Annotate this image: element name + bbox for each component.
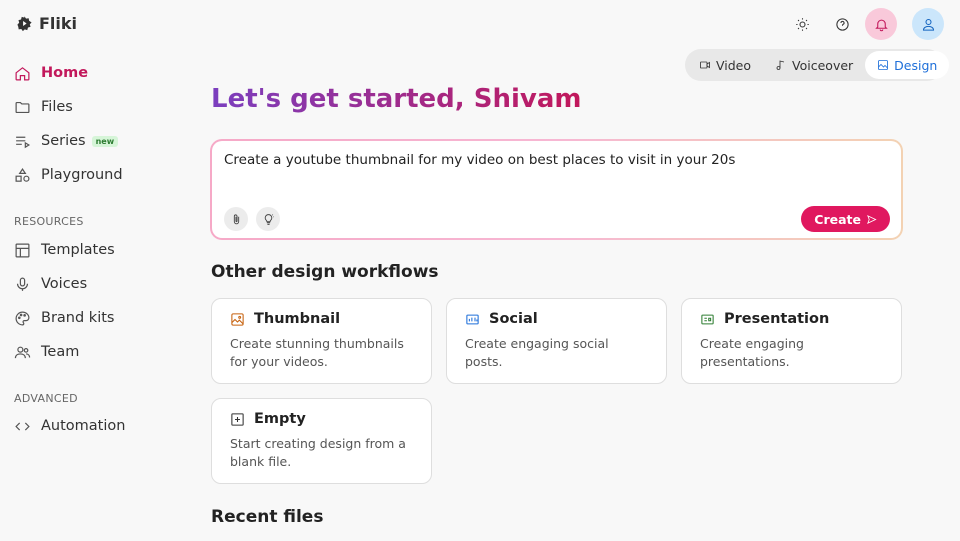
- create-button[interactable]: Create: [801, 206, 890, 232]
- workflows-title: Other design workflows: [211, 262, 439, 282]
- card-description: Create engaging social posts.: [465, 336, 609, 369]
- ideas-button[interactable]: [256, 207, 280, 231]
- tab-label: Design: [894, 57, 938, 73]
- presentation-icon: [701, 314, 714, 324]
- plus-square-icon: [231, 412, 244, 426]
- workflow-card-social[interactable]: Social Create engaging social posts.: [446, 298, 667, 384]
- playlist-icon: [16, 136, 31, 148]
- user-icon: [922, 18, 934, 31]
- sidebar-item-label: Files: [41, 99, 73, 115]
- palette-icon: [15, 311, 30, 325]
- sidebar-item-voices[interactable]: Voices: [14, 272, 87, 296]
- app-name: Fliki: [39, 14, 78, 33]
- prompt-input[interactable]: Create a youtube thumbnail for my video …: [224, 152, 735, 168]
- tab-label: Voiceover: [792, 57, 854, 73]
- folder-icon: [15, 101, 30, 113]
- recent-files-title: Recent files: [211, 507, 324, 527]
- help-icon: [835, 17, 849, 31]
- card-title: Social: [489, 311, 538, 327]
- sidebar-item-playground[interactable]: Playground: [14, 163, 123, 187]
- attach-button[interactable]: [224, 207, 248, 231]
- video-icon: [700, 61, 710, 69]
- social-icon: [466, 314, 479, 324]
- create-button-label: Create: [814, 211, 861, 227]
- card-title: Empty: [254, 411, 306, 427]
- send-icon: [867, 214, 877, 224]
- team-icon: [14, 346, 31, 358]
- app-logo[interactable]: Fliki: [16, 14, 77, 33]
- sidebar-item-brand-kits[interactable]: Brand kits: [14, 306, 114, 330]
- sidebar-item-home[interactable]: Home: [14, 61, 88, 85]
- fliki-logo-icon: [17, 16, 32, 32]
- new-badge: new: [91, 135, 119, 147]
- tab-design[interactable]: Design: [865, 51, 950, 79]
- shapes-icon: [15, 167, 30, 182]
- home-icon: [15, 66, 30, 80]
- sidebar-item-label: Voices: [41, 276, 88, 292]
- theme-toggle-button[interactable]: [786, 8, 818, 40]
- card-title: Presentation: [724, 311, 830, 327]
- sidebar-item-label: Templates: [41, 242, 115, 258]
- mode-tabs: Video Voiceover Design: [685, 49, 950, 81]
- tab-label: Video: [716, 57, 752, 73]
- sidebar-item-label: Series: [41, 133, 86, 149]
- microphone-icon: [16, 277, 29, 291]
- sidebar-item-label: Team: [41, 344, 80, 360]
- user-avatar-button[interactable]: [912, 8, 944, 40]
- sidebar-item-series[interactable]: Series new: [14, 129, 119, 153]
- sidebar-item-files[interactable]: Files: [14, 95, 73, 119]
- page-title: Let's get started, Shivam: [211, 84, 582, 114]
- advanced-section-label: ADVANCED: [14, 392, 78, 405]
- thumbnail-icon: [231, 312, 244, 326]
- workflow-card-empty[interactable]: Empty Start creating design from a blank…: [211, 398, 432, 484]
- workflow-card-thumbnail[interactable]: Thumbnail Create stunning thumbnails for…: [211, 298, 432, 384]
- workflow-card-presentation[interactable]: Presentation Create engaging presentatio…: [681, 298, 902, 384]
- card-description: Create engaging presentations.: [700, 336, 804, 369]
- card-description: Create stunning thumbnails for your vide…: [230, 336, 404, 369]
- prompt-box: Create a youtube thumbnail for my video …: [210, 139, 903, 240]
- resources-section-label: RESOURCES: [14, 215, 84, 228]
- bell-icon: [874, 19, 888, 31]
- card-description: Start creating design from a blank file.: [230, 436, 406, 469]
- tab-video[interactable]: Video: [687, 51, 763, 79]
- sidebar-item-automation[interactable]: Automation: [14, 414, 125, 438]
- image-icon: [878, 60, 889, 70]
- sidebar-item-label: Playground: [41, 167, 123, 183]
- notifications-button[interactable]: [865, 8, 897, 40]
- help-button[interactable]: [826, 8, 858, 40]
- sidebar-item-label: Automation: [41, 418, 126, 434]
- music-note-icon: [776, 60, 785, 70]
- layout-icon: [15, 243, 30, 257]
- lightbulb-icon: [264, 213, 274, 225]
- sidebar-item-label: Home: [41, 65, 89, 81]
- sun-icon: [795, 17, 809, 31]
- tab-voiceover[interactable]: Voiceover: [763, 51, 865, 79]
- card-title: Thumbnail: [254, 311, 341, 327]
- sidebar-item-templates[interactable]: Templates: [14, 238, 115, 262]
- paperclip-icon: [233, 214, 239, 224]
- code-icon: [15, 422, 30, 430]
- sidebar-item-label: Brand kits: [41, 310, 115, 326]
- sidebar-item-team[interactable]: Team: [14, 340, 79, 364]
